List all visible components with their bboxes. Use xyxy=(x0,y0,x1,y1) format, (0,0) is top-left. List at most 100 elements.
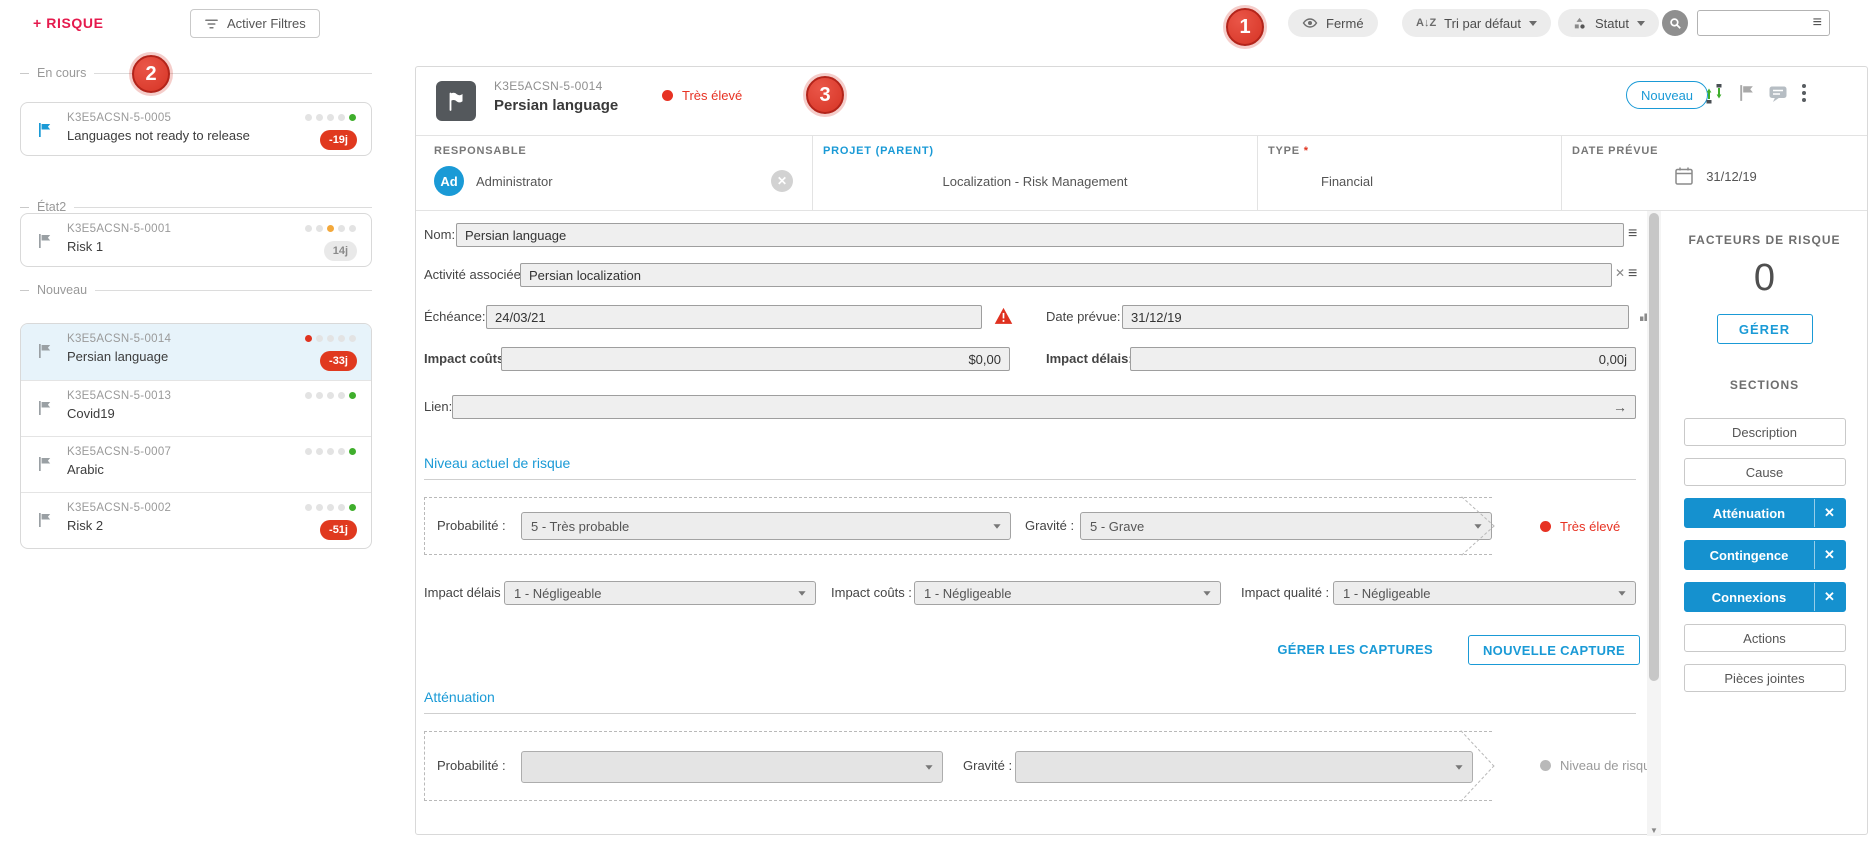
group-line xyxy=(95,290,372,291)
neutral-dot xyxy=(1540,760,1551,771)
annotation-marker-3: 3 xyxy=(806,76,844,114)
activite-menu-icon[interactable]: ≡ xyxy=(1628,266,1637,282)
risk-factors-label: FACTEURS DE RISQUE xyxy=(1661,233,1868,247)
warning-icon xyxy=(994,307,1013,325)
attenuation-gravite-dropdown[interactable] xyxy=(1015,751,1473,783)
severity-label: Très élevé xyxy=(682,88,742,103)
sort-dropdown[interactable]: A↓Z Tri par défaut xyxy=(1402,9,1551,37)
impact-couts-dropdown[interactable]: 1 - Négligeable xyxy=(914,581,1221,605)
risk-card-selected[interactable]: K3E5ACSN-5-0014 Persian language -33j xyxy=(21,324,371,380)
sections-label: SECTIONS xyxy=(1661,378,1868,392)
manage-risk-factors-button[interactable]: GÉRER xyxy=(1717,314,1813,344)
current-risk-chevron-box: Probabilité : 5 - Très probable Gravité … xyxy=(424,497,1492,555)
eye-icon xyxy=(1302,16,1318,30)
projet-label[interactable]: PROJET (PARENT) xyxy=(823,145,934,157)
form-scrollbar[interactable]: ▼ xyxy=(1647,211,1661,836)
current-risk-section-title[interactable]: Niveau actuel de risque xyxy=(424,455,570,471)
chevron-down-icon xyxy=(798,591,805,596)
gravite-dropdown[interactable]: 5 - Grave xyxy=(1080,512,1492,540)
add-risk-button[interactable]: + RISQUE xyxy=(33,15,104,31)
impact-couts-input[interactable]: $0,00 xyxy=(501,347,1010,371)
open-link-arrow-icon[interactable]: → xyxy=(1613,399,1627,415)
calendar-icon[interactable] xyxy=(1674,166,1694,186)
attenuation-gravite-label: Gravité : xyxy=(963,753,1012,779)
group-label-text: État2 xyxy=(37,200,66,214)
risk-card-id: K3E5ACSN-5-0005 xyxy=(67,112,171,124)
closed-filter-pill[interactable]: Fermé xyxy=(1288,9,1378,37)
remove-responsable-icon[interactable]: ✕ xyxy=(771,170,793,192)
risk-card[interactable]: K3E5ACSN-5-0007 Arabic xyxy=(21,436,371,492)
risk-card-id: K3E5ACSN-5-0002 xyxy=(67,502,171,514)
projet-value: Localization - Risk Management xyxy=(813,174,1257,189)
risk-card-title: Risk 2 xyxy=(67,518,103,533)
impact-delais-input[interactable]: 0,00j xyxy=(1130,347,1636,371)
risk-card[interactable]: K3E5ACSN-5-0005 Languages not ready to r… xyxy=(20,102,372,156)
delay-badge: -33j xyxy=(320,351,357,371)
closed-filter-label: Fermé xyxy=(1326,16,1364,31)
section-button-actions[interactable]: Actions xyxy=(1684,624,1846,652)
date-prevue-label: DATE PRÉVUE xyxy=(1572,145,1658,157)
delay-badge: -51j xyxy=(320,520,357,540)
section-button-cause[interactable]: Cause xyxy=(1684,458,1846,486)
activite-input[interactable]: Persian localization xyxy=(520,263,1612,287)
attenuation-section-title[interactable]: Atténuation xyxy=(424,689,495,705)
nom-input[interactable]: Persian language xyxy=(456,223,1624,247)
echeance-input[interactable]: 24/03/21 xyxy=(486,305,982,329)
risk-card-title: Covid19 xyxy=(67,406,115,421)
probabilite-dropdown[interactable]: 5 - Très probable xyxy=(521,512,1011,540)
flag-icon xyxy=(37,343,53,359)
section-button-description[interactable]: Description xyxy=(1684,418,1846,446)
close-icon[interactable]: ✕ xyxy=(1814,583,1845,611)
workflow-transition-icon[interactable] xyxy=(1704,83,1724,104)
lien-input[interactable]: → xyxy=(452,395,1636,419)
status-pill-nouveau[interactable]: Nouveau xyxy=(1626,81,1708,109)
scrollbar-down-arrow[interactable]: ▼ xyxy=(1647,826,1661,835)
attenuation-probabilite-dropdown[interactable] xyxy=(521,751,943,783)
impact-delais-label: Impact délais: xyxy=(1046,346,1133,372)
current-severity-indicator: Très élevé xyxy=(1540,519,1620,534)
flag-icon xyxy=(37,400,53,416)
flag-icon[interactable] xyxy=(1738,84,1756,102)
type-column: TYPE * Financial xyxy=(1258,136,1562,211)
comments-icon[interactable] xyxy=(1768,84,1788,103)
activite-clear-icon[interactable]: ✕ xyxy=(1615,266,1625,280)
risk-detail-header: K3E5ACSN-5-0014 Persian language Très él… xyxy=(416,67,1867,136)
activate-filters-label: Activer Filtres xyxy=(227,16,306,31)
gravite-label: Gravité : xyxy=(1025,513,1074,539)
risk-card[interactable]: K3E5ACSN-5-0002 Risk 2 -51j xyxy=(21,492,371,548)
status-shapes-icon xyxy=(1572,16,1587,31)
group-line xyxy=(74,207,372,208)
section-button-connexions[interactable]: Connexions ✕ xyxy=(1684,582,1846,612)
search-input[interactable]: ≡ xyxy=(1697,10,1830,36)
search-button[interactable] xyxy=(1662,10,1688,36)
section-button-pieces-jointes[interactable]: Pièces jointes xyxy=(1684,664,1846,692)
nom-label: Nom: xyxy=(424,222,455,248)
activate-filters-button[interactable]: Activer Filtres xyxy=(190,9,320,38)
impact-delais-dropdown[interactable]: 1 - Négligeable xyxy=(504,581,816,605)
manage-captures-link[interactable]: GÉRER LES CAPTURES xyxy=(1277,642,1433,657)
nom-menu-icon[interactable]: ≡ xyxy=(1628,226,1637,242)
impact-qualite-dropdown[interactable]: 1 - Négligeable xyxy=(1333,581,1636,605)
group-label-nouveau: Nouveau xyxy=(20,283,372,297)
risk-card-title: Languages not ready to release xyxy=(67,128,250,143)
section-button-contingence[interactable]: Contingence ✕ xyxy=(1684,540,1846,570)
risk-card[interactable]: K3E5ACSN-5-0013 Covid19 xyxy=(21,380,371,436)
impact-couts-dd-label: Impact coûts : xyxy=(831,580,912,606)
chevron-down-icon xyxy=(925,765,932,770)
search-field[interactable] xyxy=(1702,12,1806,36)
close-icon[interactable]: ✕ xyxy=(1814,499,1845,527)
impact-qualite-dd-value: 1 - Négligeable xyxy=(1343,586,1430,601)
risk-card-id: K3E5ACSN-5-0013 xyxy=(67,390,171,402)
search-menu-icon[interactable]: ≡ xyxy=(1813,15,1822,31)
scrollbar-thumb[interactable] xyxy=(1649,213,1659,681)
date-prevue-input[interactable]: 31/12/19 xyxy=(1122,305,1629,329)
section-button-attenuation[interactable]: Atténuation ✕ xyxy=(1684,498,1846,528)
status-dropdown[interactable]: Statut xyxy=(1558,9,1659,37)
new-capture-button[interactable]: NOUVELLE CAPTURE xyxy=(1468,635,1640,665)
status-dots xyxy=(305,335,356,342)
severity-dot xyxy=(1540,521,1551,532)
close-icon[interactable]: ✕ xyxy=(1814,541,1845,569)
risk-card[interactable]: K3E5ACSN-5-0001 Risk 1 14j xyxy=(20,213,372,267)
more-options-icon[interactable] xyxy=(1802,84,1806,102)
activite-label: Activité associée: xyxy=(424,262,524,288)
